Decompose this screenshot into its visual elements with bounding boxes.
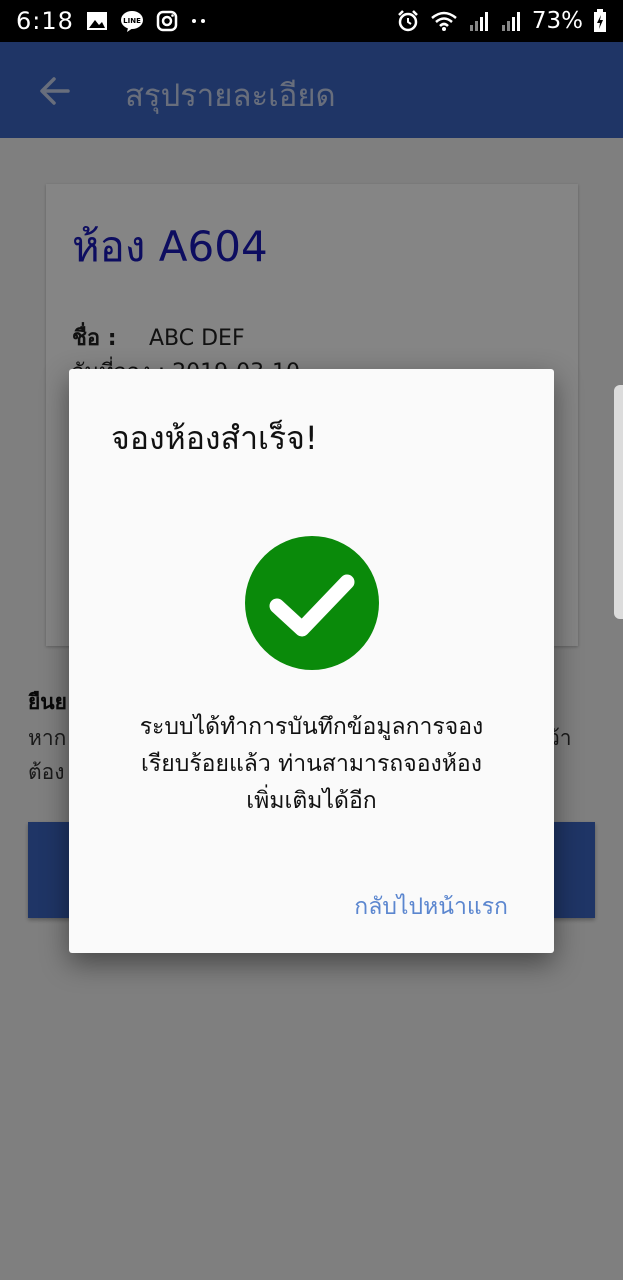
- more-dots-icon: [190, 17, 208, 25]
- dialog-message: ระบบได้ทำการบันทึกข้อมูลการจอง เรียบร้อย…: [89, 709, 534, 820]
- back-to-home-button[interactable]: กลับไปหน้าแรก: [354, 889, 508, 925]
- alarm-icon: [396, 9, 420, 33]
- image-icon: [86, 11, 108, 31]
- signal-icon: [500, 10, 522, 32]
- battery-charging-icon: [593, 9, 607, 33]
- dialog-title: จองห้องสำเร็จ!: [111, 419, 318, 457]
- instagram-icon: [156, 10, 178, 32]
- check-circle-icon: [245, 536, 379, 670]
- status-bar: 6:18 LINE 73%: [0, 0, 623, 42]
- success-dialog: จองห้องสำเร็จ! ระบบได้ทำการบันทึกข้อมูลก…: [69, 369, 554, 953]
- wifi-icon: [430, 10, 458, 32]
- line-icon: LINE: [120, 10, 144, 32]
- dialog-message-line: เรียบร้อยแล้ว ท่านสามารถจองห้อง: [141, 751, 482, 777]
- battery-percent: 73%: [531, 8, 583, 34]
- svg-text:LINE: LINE: [123, 17, 141, 25]
- dialog-message-line: เพิ่มเติมได้อีก: [246, 788, 377, 814]
- status-time: 6:18: [16, 7, 74, 35]
- edge-panel-handle[interactable]: [614, 385, 623, 619]
- dialog-message-line: ระบบได้ทำการบันทึกข้อมูลการจอง: [139, 714, 484, 740]
- signal-icon: [468, 10, 490, 32]
